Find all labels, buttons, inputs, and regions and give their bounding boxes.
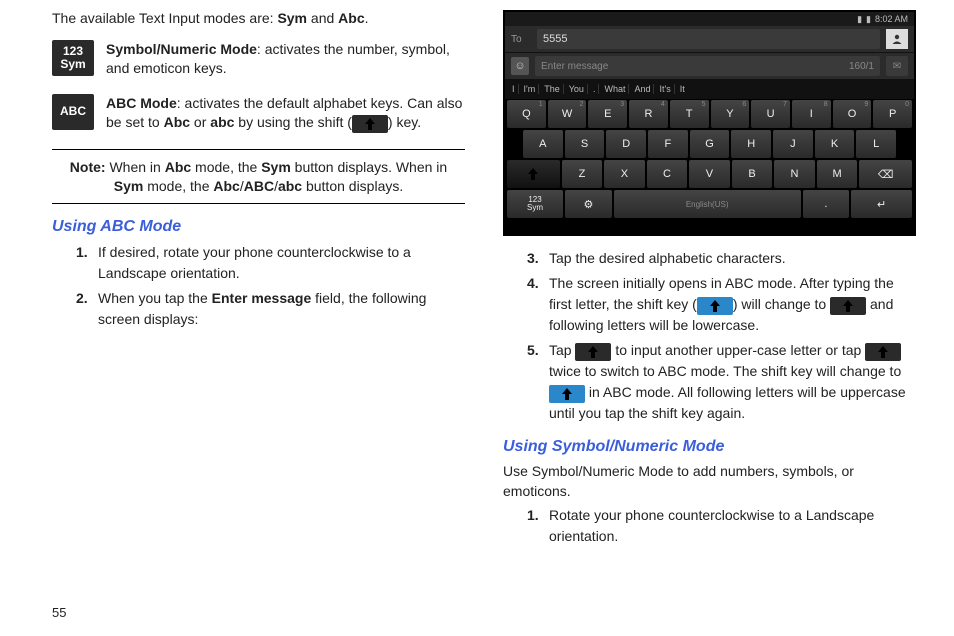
- key-u[interactable]: U7: [751, 100, 790, 128]
- keyboard-row-2: A S D F G H J K L: [505, 129, 914, 159]
- right-column: ▮ ▮ 8:02 AM To 5555 ☺ Enter message 160/…: [503, 10, 916, 626]
- key-e[interactable]: E3: [588, 100, 627, 128]
- divider: [52, 149, 465, 150]
- key-o[interactable]: O9: [833, 100, 872, 128]
- key-settings[interactable]: ⚙: [565, 190, 612, 218]
- key-b[interactable]: B: [732, 160, 773, 188]
- sym-key-icon: 123 Sym: [52, 40, 94, 76]
- char-count: 160/1: [849, 61, 874, 72]
- predict-word[interactable]: What: [601, 84, 629, 94]
- key-k[interactable]: K: [815, 130, 855, 158]
- to-label: To: [511, 34, 531, 45]
- divider: [52, 203, 465, 204]
- shift-key-icon: [575, 343, 611, 361]
- clock-text: 8:02 AM: [875, 14, 908, 24]
- key-r[interactable]: R4: [629, 100, 668, 128]
- key-n[interactable]: N: [774, 160, 815, 188]
- key-i[interactable]: I8: [792, 100, 831, 128]
- shift-key-icon: [865, 343, 901, 361]
- key-y[interactable]: Y6: [711, 100, 750, 128]
- predict-word[interactable]: It: [677, 84, 688, 94]
- list-item: 1. Rotate your phone counterclockwise to…: [527, 505, 916, 547]
- key-s[interactable]: S: [565, 130, 605, 158]
- predict-word[interactable]: And: [631, 84, 654, 94]
- list-item: 5. Tap to input another upper-case lette…: [527, 340, 916, 424]
- key-q[interactable]: Q1: [507, 100, 546, 128]
- key-period[interactable]: .: [803, 190, 850, 218]
- shift-key-icon: [352, 115, 388, 133]
- sym-intro: Use Symbol/Numeric Mode to add numbers, …: [503, 462, 916, 501]
- signal-icon: ▮: [857, 14, 862, 25]
- mode-abc-row: ABC ABC Mode: activates the default alph…: [52, 94, 465, 133]
- key-c[interactable]: C: [647, 160, 688, 188]
- key-z[interactable]: Z: [562, 160, 603, 188]
- key-a[interactable]: A: [523, 130, 563, 158]
- key-f[interactable]: F: [648, 130, 688, 158]
- key-v[interactable]: V: [689, 160, 730, 188]
- phone-message-row: ☺ Enter message 160/1 ✉: [505, 53, 914, 79]
- key-p[interactable]: P0: [873, 100, 912, 128]
- predict-word[interactable]: It's: [656, 84, 674, 94]
- contact-icon[interactable]: [886, 29, 908, 49]
- list-item: 2. When you tap the Enter message field,…: [76, 288, 465, 330]
- predict-word[interactable]: .: [590, 84, 600, 94]
- sym-section-heading: Using Symbol/Numeric Mode: [503, 438, 916, 456]
- mode-sym-row: 123 Sym Symbol/Numeric Mode: activates t…: [52, 40, 465, 78]
- note-text: Note: When in Abc mode, the Sym button d…: [52, 158, 465, 196]
- abc-steps-cont: 3. Tap the desired alphabetic characters…: [527, 248, 916, 424]
- list-item: 4. The screen initially opens in ABC mod…: [527, 273, 916, 336]
- keyboard-row-4: 123Sym ⚙ English(US) . ↵: [505, 189, 914, 219]
- abc-key-icon: ABC: [52, 94, 94, 130]
- key-h[interactable]: H: [731, 130, 771, 158]
- predict-word[interactable]: I: [509, 84, 519, 94]
- abc-steps: 1. If desired, rotate your phone counter…: [76, 242, 465, 330]
- phone-screenshot: ▮ ▮ 8:02 AM To 5555 ☺ Enter message 160/…: [503, 10, 916, 236]
- sym-mode-desc: Symbol/Numeric Mode: activates the numbe…: [106, 40, 465, 78]
- key-sym[interactable]: 123Sym: [507, 190, 563, 218]
- keyboard-row-1: Q1 W2 E3 R4 T5 Y6 U7 I8 O9 P0: [505, 99, 914, 129]
- abc-section-heading: Using ABC Mode: [52, 218, 465, 236]
- phone-to-row: To 5555: [505, 26, 914, 53]
- predict-word[interactable]: I'm: [521, 84, 540, 94]
- battery-icon: ▮: [866, 14, 871, 25]
- page-number: 55: [52, 605, 66, 620]
- shift-key-blue-icon: [697, 297, 733, 315]
- phone-status-bar: ▮ ▮ 8:02 AM: [505, 12, 914, 26]
- key-m[interactable]: M: [817, 160, 858, 188]
- key-shift[interactable]: [507, 160, 560, 188]
- shift-key-blue-icon: [549, 385, 585, 403]
- key-backspace[interactable]: ⌫: [859, 160, 912, 188]
- sym-steps: 1. Rotate your phone counterclockwise to…: [527, 505, 916, 547]
- left-column: The available Text Input modes are: Sym …: [52, 10, 465, 626]
- predictive-row: I I'm The You . What And It's It: [505, 79, 914, 99]
- shift-key-icon: [830, 297, 866, 315]
- abc-mode-desc: ABC Mode: activates the default alphabet…: [106, 94, 465, 133]
- key-x[interactable]: X: [604, 160, 645, 188]
- key-t[interactable]: T5: [670, 100, 709, 128]
- list-item: 3. Tap the desired alphabetic characters…: [527, 248, 916, 269]
- to-field[interactable]: 5555: [537, 29, 880, 49]
- key-g[interactable]: G: [690, 130, 730, 158]
- key-j[interactable]: J: [773, 130, 813, 158]
- list-item: 1. If desired, rotate your phone counter…: [76, 242, 465, 284]
- predict-word[interactable]: You: [566, 84, 588, 94]
- send-icon[interactable]: ✉: [886, 56, 908, 76]
- key-l[interactable]: L: [856, 130, 896, 158]
- predict-word[interactable]: The: [541, 84, 564, 94]
- key-w[interactable]: W2: [548, 100, 587, 128]
- intro-text: The available Text Input modes are: Sym …: [52, 10, 465, 26]
- key-space[interactable]: English(US): [614, 190, 801, 218]
- emoticon-icon[interactable]: ☺: [511, 57, 529, 75]
- key-enter[interactable]: ↵: [851, 190, 912, 218]
- key-d[interactable]: D: [606, 130, 646, 158]
- keyboard-row-3: Z X C V B N M ⌫: [505, 159, 914, 189]
- message-field[interactable]: Enter message 160/1: [535, 56, 880, 76]
